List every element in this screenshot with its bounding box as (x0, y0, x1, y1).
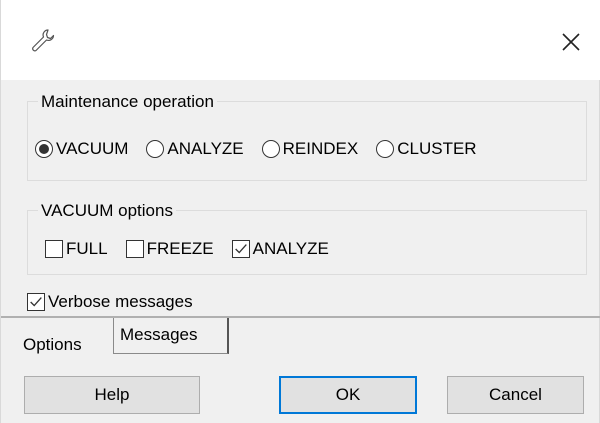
tab-strip-line (1, 316, 600, 318)
radio-reindex[interactable]: REINDEX (261, 138, 359, 160)
checkbox-box[interactable] (125, 240, 144, 258)
checkbox-freeze-label: FREEZE (146, 239, 214, 258)
checkbox-analyze-label: ANALYZE (252, 239, 329, 258)
checkmark-icon (234, 244, 247, 254)
radio-vacuum-label: VACUUM (56, 139, 129, 158)
ok-button[interactable]: OK (279, 376, 417, 414)
checkbox-full-label: FULL (66, 239, 108, 258)
checkbox-analyze[interactable]: ANALYZE (231, 238, 329, 260)
wrench-icon (32, 29, 55, 52)
radio-button[interactable] (261, 140, 280, 158)
checkbox-verbose-messages-label: Verbose messages (48, 292, 193, 311)
checkbox-freeze[interactable]: FREEZE (125, 238, 214, 260)
tab-options[interactable]: Options (17, 331, 88, 359)
checkbox-box[interactable] (231, 240, 250, 258)
cancel-button[interactable]: Cancel (447, 376, 584, 414)
radio-cluster-label: CLUSTER (397, 139, 477, 158)
checkbox-box[interactable] (27, 293, 45, 311)
checkbox-box[interactable] (45, 240, 63, 258)
radio-cluster[interactable]: CLUSTER (376, 138, 477, 160)
dialog-window: Maintenance operation VACUUM ANALYZE REI… (0, 0, 600, 423)
radio-button[interactable] (376, 140, 395, 158)
radio-reindex-label: REINDEX (282, 139, 359, 158)
vacuum-options-label: VACUUM options (38, 201, 176, 221)
maintenance-radio-row: VACUUM ANALYZE REINDEX CLUSTER (35, 138, 495, 160)
maintenance-operation-label: Maintenance operation (38, 92, 217, 112)
vacuum-options-row: FULL FREEZE ANALYZE (45, 238, 347, 260)
checkbox-verbose-messages[interactable]: Verbose messages (27, 291, 193, 313)
radio-analyze-label: ANALYZE (167, 139, 244, 158)
checkmark-icon (30, 297, 42, 307)
close-icon[interactable] (559, 30, 583, 54)
radio-button[interactable] (146, 140, 165, 158)
checkbox-full[interactable]: FULL (45, 238, 108, 260)
tab-messages[interactable]: Messages (113, 318, 229, 354)
radio-button[interactable] (35, 140, 53, 158)
radio-vacuum[interactable]: VACUUM (35, 138, 128, 160)
radio-analyze[interactable]: ANALYZE (146, 138, 244, 160)
help-button[interactable]: Help (24, 376, 200, 414)
title-bar (1, 0, 600, 80)
